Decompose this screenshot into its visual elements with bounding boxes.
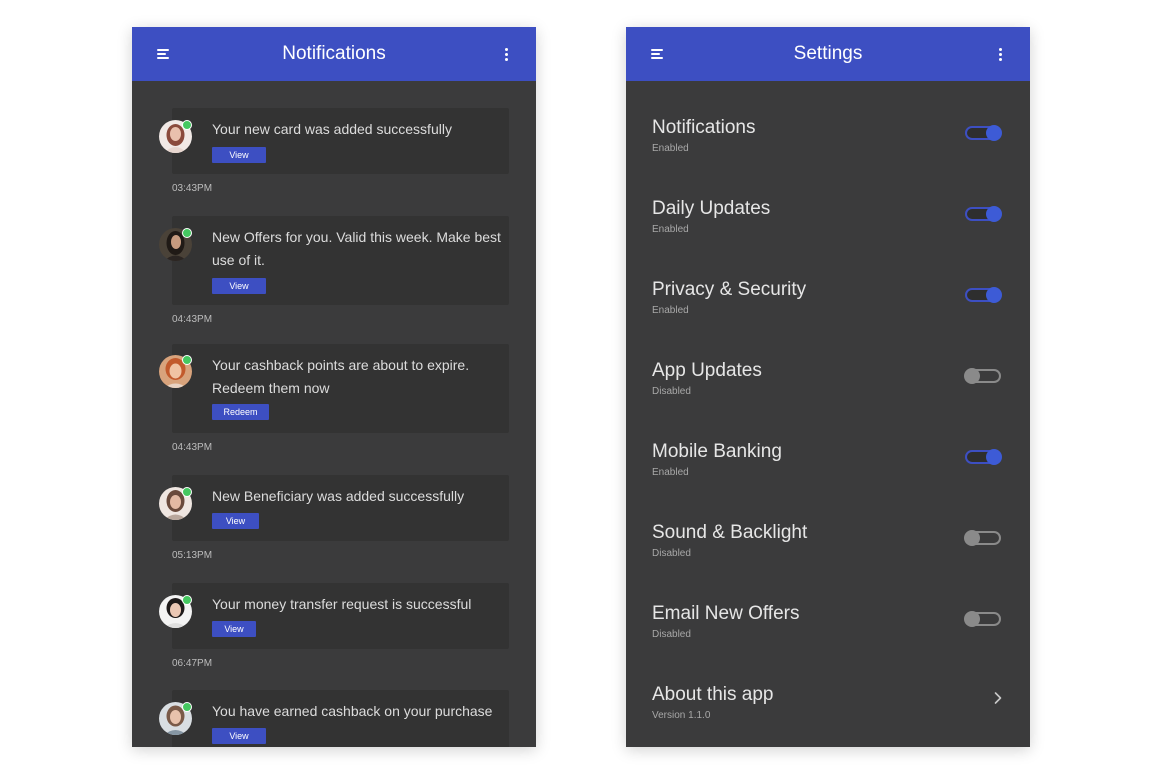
online-status-dot [182,355,192,365]
view-button[interactable]: View [212,147,266,163]
setting-label: Sound & Backlight [652,522,808,543]
notification-time: 05:13PM [172,550,213,561]
notification-message: Your new card was added successfully [212,121,452,137]
email-new-offers-toggle[interactable] [964,611,1003,627]
page-title: Settings [793,43,863,64]
setting-row-email-new-offers: Email New Offers Disabled [626,602,1030,662]
setting-label: Privacy & Security [652,279,807,300]
settings-app-bar: Settings [626,27,1030,81]
setting-status: Enabled [652,224,689,235]
view-button[interactable]: View [212,513,259,529]
redeem-button[interactable]: Redeem [212,404,269,420]
notification-card: Your new card was added successfully Vie… [172,108,509,174]
chevron-right-icon [994,692,1002,704]
setting-status: Disabled [652,629,691,640]
mobile-banking-toggle[interactable] [965,449,1003,465]
setting-row-app-updates: App Updates Disabled [626,359,1030,419]
setting-status: Enabled [652,467,689,478]
daily-updates-toggle[interactable] [965,206,1003,222]
setting-label: Daily Updates [652,198,771,219]
notification-card: Your cashback points are about to expire… [172,344,509,433]
online-status-dot [182,595,192,605]
page-title: Notifications [282,43,386,64]
online-status-dot [182,228,192,238]
notification-card: New Offers for you. Valid this week. Mak… [172,216,509,305]
setting-row-sound-backlight: Sound & Backlight Disabled [626,521,1030,581]
notification-message: You have earned cashback on your purchas… [212,703,493,719]
settings-screen: Settings Notifications Enabled Daily Upd… [626,27,1030,747]
notification-message: Your money transfer request is successfu… [212,596,472,612]
view-button[interactable]: View [212,728,266,744]
app-version: Version 1.1.0 [652,710,711,721]
more-options-icon[interactable] [999,48,1003,61]
view-button[interactable]: View [212,621,256,637]
notifications-toggle[interactable] [965,125,1003,141]
notification-message: New Offers for you. Valid this week. Mak… [212,229,501,268]
online-status-dot [182,487,192,497]
notifications-screen: Notifications Your new card was added su… [132,27,536,747]
setting-label: Email New Offers [652,603,800,624]
view-button[interactable]: View [212,278,266,294]
notification-time: 04:43PM [172,314,213,325]
notification-time: 04:43PM [172,442,213,453]
setting-label: Notifications [652,117,756,138]
more-options-icon[interactable] [505,48,509,61]
online-status-dot [182,120,192,130]
setting-label: App Updates [652,360,762,381]
sound-backlight-toggle[interactable] [964,530,1003,546]
setting-status: Enabled [652,305,689,316]
privacy-security-toggle[interactable] [965,287,1003,303]
notifications-app-bar: Notifications [132,27,536,81]
setting-row-privacy-security: Privacy & Security Enabled [626,278,1030,338]
setting-status: Disabled [652,386,691,397]
notification-time: 06:47PM [172,658,213,669]
setting-label: Mobile Banking [652,441,782,462]
notification-card: You have earned cashback on your purchas… [172,690,509,747]
setting-status: Disabled [652,548,691,559]
setting-row-daily-updates: Daily Updates Enabled [626,197,1030,257]
notification-card: New Beneficiary was added successfully V… [172,475,509,541]
online-status-dot [182,702,192,712]
setting-row-mobile-banking: Mobile Banking Enabled [626,440,1030,500]
setting-row-notifications: Notifications Enabled [626,116,1030,176]
setting-label: About this app [652,684,774,705]
about-app-row[interactable]: About this app Version 1.1.0 [626,683,1030,743]
notification-message: Your cashback points are about to expire… [212,357,470,396]
notification-card: Your money transfer request is successfu… [172,583,509,649]
setting-status: Enabled [652,143,689,154]
app-updates-toggle[interactable] [964,368,1003,384]
notification-message: New Beneficiary was added successfully [212,488,465,504]
notification-time: 03:43PM [172,183,213,194]
